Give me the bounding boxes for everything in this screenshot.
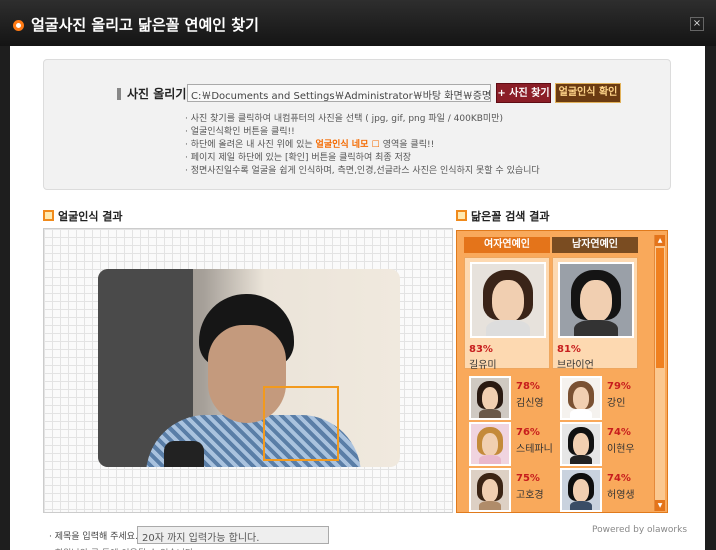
main-content: 사진 올리기 C:￦Documents and Settings￦Adminis… <box>10 46 705 550</box>
match-percent: 79% <box>607 381 631 392</box>
face-recognition-confirm-button[interactable]: 얼굴인식 확인 <box>555 83 621 103</box>
window-title: 얼굴사진 올리고 닮은꼴 연예인 찾기 <box>31 16 259 34</box>
uploaded-photo <box>98 269 400 467</box>
result-scrollbar[interactable]: ▲ ▼ <box>654 235 665 511</box>
match-percent: 78% <box>516 381 540 392</box>
match-item[interactable]: 74% 허영생 <box>560 468 648 512</box>
face-result-title-text: 얼굴인식 결과 <box>58 210 123 223</box>
match-item[interactable]: 76% 스테파니 <box>469 422 557 466</box>
comment-label: · 제목을 입력해 주세요. <box>49 532 138 542</box>
celebrity-name: 길유미 <box>469 360 497 371</box>
match-item[interactable]: 79% 강인 <box>560 376 648 420</box>
upload-panel: 사진 올리기 C:￦Documents and Settings￦Adminis… <box>43 59 671 190</box>
label-marker-icon <box>117 88 121 100</box>
match-result-panel: 여자연예인 남자연예인 83% 길유미 81% 브라이언 78% 김신영 79%… <box>456 230 668 513</box>
scroll-up-icon[interactable]: ▲ <box>655 235 665 246</box>
top-match-male[interactable]: 81% 브라이언 <box>552 257 638 371</box>
face-result-title: 얼굴인식 결과 <box>43 208 123 224</box>
match-item[interactable]: 78% 김신영 <box>469 376 557 420</box>
celebrity-name: 고호경 <box>516 490 544 501</box>
celebrity-photo <box>560 468 602 512</box>
instruction-item: · 사진 찾기를 클릭하여 내컴퓨터의 사진을 선택 ( jpg, gif, p… <box>185 114 503 124</box>
match-item[interactable]: 74% 이현우 <box>560 422 648 466</box>
instruction-item: · 페이지 제일 하단에 있는 [확인] 버튼을 클릭하여 최종 저장 <box>185 153 412 163</box>
match-percent: 81% <box>557 344 581 355</box>
celebrity-name: 허영생 <box>607 490 635 501</box>
footer-note: · 회원님의 글 등에 이용될 수 있습니다. <box>49 546 196 550</box>
tab-female-celebrities[interactable]: 여자연예인 <box>464 237 550 253</box>
match-result-title: 닮은꼴 검색 결과 <box>456 208 550 224</box>
celebrity-name: 강인 <box>607 398 626 409</box>
celebrity-photo <box>469 422 511 466</box>
title-bullet-icon <box>13 20 24 31</box>
match-percent: 83% <box>469 344 493 355</box>
title-input[interactable]: 20자 까지 입력가능 합니다. <box>137 526 329 544</box>
face-detection-box[interactable] <box>263 386 339 461</box>
upload-label: 사진 올리기 <box>127 87 187 101</box>
face-recognition-panel <box>43 228 453 513</box>
photo-bag-strap <box>164 441 204 467</box>
instruction-text: · 하단에 올려온 내 사진 위에 있는 <box>185 140 313 150</box>
match-percent: 75% <box>516 473 540 484</box>
scroll-down-icon[interactable]: ▼ <box>655 500 665 511</box>
file-path-input[interactable]: C:￦Documents and Settings￦Administrator￦… <box>187 84 491 102</box>
instruction-item: · 얼굴인식확인 버튼을 클릭!! <box>185 127 295 137</box>
find-photo-button[interactable]: + 사진 찾기 <box>496 83 551 103</box>
celebrity-photo <box>469 468 511 512</box>
section-icon <box>456 210 467 221</box>
top-match-female[interactable]: 83% 길유미 <box>464 257 550 371</box>
match-item[interactable]: 75% 고호경 <box>469 468 557 512</box>
powered-by-label: Powered by olaworks <box>592 525 688 535</box>
face-box-highlight: 얼굴인식 네모 <box>315 140 369 150</box>
celebrity-name: 이현우 <box>607 444 635 455</box>
match-percent: 74% <box>607 427 631 438</box>
instruction-item: · 정면사진일수록 얼굴을 쉽게 인식하며, 측면,인경,선글라스 사진은 인식… <box>185 166 540 176</box>
tab-male-celebrities[interactable]: 남자연예인 <box>552 237 638 253</box>
section-icon <box>43 210 54 221</box>
celebrity-name: 브라이언 <box>557 360 594 371</box>
celebrity-name: 김신영 <box>516 398 544 409</box>
celebrity-name: 스테파니 <box>516 444 553 455</box>
match-result-title-text: 닮은꼴 검색 결과 <box>471 210 550 223</box>
instructions-list: · 사진 찾기를 클릭하여 내컴퓨터의 사진을 선택 ( jpg, gif, p… <box>185 113 540 178</box>
celebrity-photo <box>558 262 634 338</box>
match-percent: 74% <box>607 473 631 484</box>
title-bar: 얼굴사진 올리고 닮은꼴 연예인 찾기 × <box>0 0 716 46</box>
celebrity-photo <box>470 262 546 338</box>
celebrity-photo <box>469 376 511 420</box>
scroll-thumb[interactable] <box>656 248 664 368</box>
instruction-text: 영역을 클릭!! <box>382 140 435 150</box>
square-icon: ☐ <box>368 140 383 150</box>
instruction-item: · 하단에 올려온 내 사진 위에 있는 얼굴인식 네모 ☐ 영역을 클릭!! <box>185 139 540 152</box>
match-percent: 76% <box>516 427 540 438</box>
close-button[interactable]: × <box>690 17 704 31</box>
celebrity-photo <box>560 376 602 420</box>
celebrity-photo <box>560 422 602 466</box>
